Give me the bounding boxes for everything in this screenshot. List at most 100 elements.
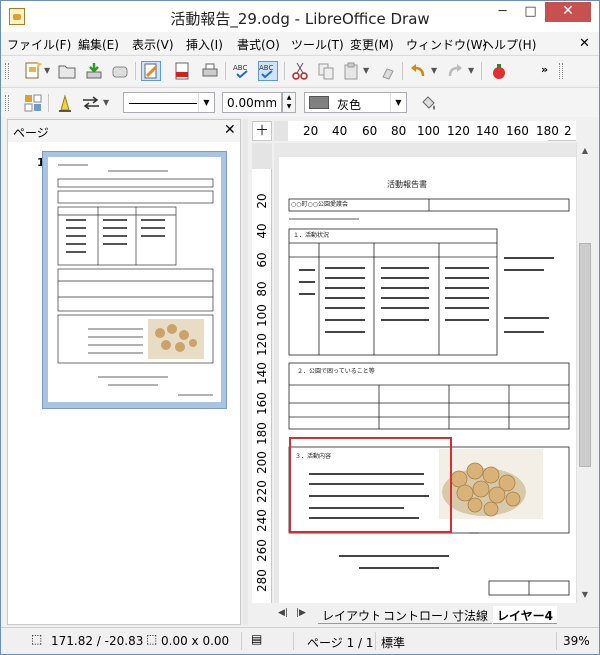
- styles-icon[interactable]: [23, 93, 43, 113]
- ruler-tick: 180: [536, 124, 559, 138]
- layer-tab-layer4[interactable]: レイヤー4: [493, 606, 557, 624]
- menu-window[interactable]: ウィンドウ(W): [406, 36, 487, 53]
- line-width-field[interactable]: 0.00mm: [222, 92, 282, 113]
- new-document-icon[interactable]: [23, 61, 43, 81]
- clone-formatting-icon[interactable]: [378, 61, 398, 81]
- layer-tab-dimension-lines[interactable]: 寸法線: [448, 606, 493, 624]
- minimize-button[interactable]: ─: [489, 2, 516, 22]
- ruler-tick: 60: [255, 252, 269, 268]
- ruler-tick: 160: [255, 392, 269, 415]
- copy-icon[interactable]: [316, 61, 336, 81]
- cut-icon[interactable]: [290, 61, 310, 81]
- first-tab-icon[interactable]: ◀|: [278, 608, 288, 618]
- document-drawing: 活動報告書 ○○町○○公園愛護会 １．活動状況 ２．公園で困っていること等 ３．…: [288, 179, 570, 596]
- ruler-tick: 100: [417, 124, 440, 138]
- paste-icon[interactable]: [341, 61, 361, 81]
- menu-tools[interactable]: ツール(T): [291, 36, 344, 53]
- export-pdf-icon[interactable]: [172, 61, 192, 81]
- auto-spellcheck-icon[interactable]: ABC: [258, 61, 278, 81]
- panel-splitter[interactable]: [243, 119, 248, 625]
- close-window-button[interactable]: ✕: [545, 2, 591, 22]
- vertical-scrollbar[interactable]: ▲ ▼: [576, 143, 593, 603]
- ruler-tick: 180: [255, 422, 269, 445]
- area-fill-icon[interactable]: [418, 93, 438, 113]
- scrollbar-thumb[interactable]: [579, 243, 591, 467]
- selected-group-outline[interactable]: [289, 437, 452, 533]
- menu-help[interactable]: ヘルプ(H): [482, 36, 536, 53]
- redo-dropdown-icon[interactable]: ▼: [468, 66, 474, 75]
- menu-view[interactable]: 表示(V): [132, 36, 174, 53]
- document-modified-icon[interactable]: ▤: [251, 632, 262, 646]
- line-style-preview: [129, 103, 197, 104]
- redo-icon[interactable]: [445, 61, 465, 81]
- save-icon[interactable]: [84, 61, 104, 81]
- svg-text:ABC: ABC: [233, 64, 247, 72]
- doc-org-label: ○○町○○公園愛護会: [291, 200, 348, 208]
- show-draw-functions-icon[interactable]: [489, 61, 509, 81]
- status-bar: ⬚ 171.82 / -20.83 ⬚ 0.00 x 0.00 ▤ ページ 1 …: [1, 627, 599, 654]
- toolbar-more-icon[interactable]: »: [541, 63, 548, 76]
- ruler-tick: 140: [476, 124, 499, 138]
- layer-tab-controls[interactable]: コントロール: [379, 606, 460, 624]
- mail-icon[interactable]: [110, 61, 130, 81]
- master-page-name: 標準: [381, 636, 406, 650]
- paste-dropdown-icon[interactable]: ▼: [363, 66, 369, 75]
- toolbar-grip[interactable]: [5, 63, 9, 79]
- zoom-level[interactable]: 39%: [563, 634, 590, 648]
- drawing-canvas[interactable]: 活動報告書 ○○町○○公園愛護会 １．活動状況 ２．公園で困っていること等 ３．…: [274, 143, 576, 603]
- line-color-select[interactable]: 灰色 ▼: [304, 92, 407, 113]
- thumbnail-preview: [57, 164, 214, 396]
- undo-icon[interactable]: [408, 61, 428, 81]
- ruler-tick: 60: [362, 124, 378, 138]
- app-window: 活動報告_29.odg - LibreOffice Draw ─ □ ✕ ファイ…: [0, 0, 600, 655]
- arrow-style-dropdown-icon[interactable]: ▼: [103, 98, 109, 107]
- last-tab-icon[interactable]: |▶: [296, 608, 306, 618]
- toolbar-grip[interactable]: [559, 63, 563, 79]
- line-style-select[interactable]: ▼: [123, 92, 215, 113]
- menu-edit[interactable]: 編集(E): [78, 36, 119, 53]
- close-icon[interactable]: ✕: [224, 122, 236, 138]
- document-page[interactable]: 活動報告書 ○○町○○公園愛護会 １．活動状況 ２．公園で困っていること等 ３．…: [279, 157, 576, 603]
- page-thumbnail[interactable]: [48, 157, 221, 402]
- toolbar-grip[interactable]: [5, 95, 9, 111]
- title-bar[interactable]: 活動報告_29.odg - LibreOffice Draw ─ □ ✕: [1, 1, 599, 32]
- ruler-tick: 2: [564, 124, 572, 138]
- new-dropdown-icon[interactable]: ▼: [44, 66, 50, 75]
- menu-file[interactable]: ファイル(F): [7, 36, 71, 53]
- ruler-tick: 80: [255, 281, 269, 297]
- scroll-down-icon[interactable]: ▼: [577, 587, 593, 603]
- vertical-ruler: 20 40 60 80 100 120 140 160 180 200 220 …: [252, 143, 272, 603]
- ruler-tick: 80: [391, 124, 407, 138]
- menu-bar: ファイル(F) 編集(E) 表示(V) 挿入(I) 書式(O) ツール(T) 変…: [1, 32, 599, 54]
- line-icon[interactable]: [55, 93, 75, 113]
- menu-modify[interactable]: 変更(M): [350, 36, 394, 53]
- undo-dropdown-icon[interactable]: ▼: [431, 66, 437, 75]
- maximize-button[interactable]: □: [517, 2, 544, 22]
- ruler-tick: 40: [332, 124, 348, 138]
- menu-format[interactable]: 書式(O): [237, 36, 280, 53]
- chevron-down-icon: ▼: [390, 93, 406, 112]
- color-swatch: [309, 96, 329, 109]
- page-indicator: ページ 1 / 1: [307, 636, 374, 650]
- edit-mode-icon[interactable]: [141, 61, 161, 81]
- layer-tab-bar: ◀| |▶ レイアウト コントロール 寸法線 レイヤー4: [274, 605, 592, 625]
- spellcheck-icon[interactable]: ABC: [232, 61, 252, 81]
- ruler-tick: 20: [255, 193, 269, 209]
- line-width-spinner[interactable]: ▲ ▼: [282, 92, 296, 113]
- ruler-tick: 280: [255, 569, 269, 592]
- arrow-style-icon[interactable]: [81, 93, 101, 113]
- standard-toolbar: ▼ ABC ABC ▼ ▼ ▼ »: [1, 55, 599, 85]
- line-color-label: 灰色: [337, 98, 362, 112]
- menu-insert[interactable]: 挿入(I): [186, 36, 223, 53]
- doc-heading: 活動報告書: [387, 179, 427, 189]
- print-icon[interactable]: [200, 61, 220, 81]
- ruler-tick: 100: [255, 304, 269, 327]
- doc-section-1: １．活動状況: [293, 231, 329, 239]
- scroll-up-icon[interactable]: ▲: [577, 143, 593, 159]
- layer-tab-layout[interactable]: レイアウト: [318, 606, 387, 624]
- tab-type-selector[interactable]: 十: [252, 121, 272, 141]
- cursor-position: 171.82 / -20.83: [51, 634, 144, 648]
- ruler-tick: 40: [255, 223, 269, 239]
- close-document-icon[interactable]: ✕: [579, 36, 590, 51]
- open-icon[interactable]: [57, 61, 77, 81]
